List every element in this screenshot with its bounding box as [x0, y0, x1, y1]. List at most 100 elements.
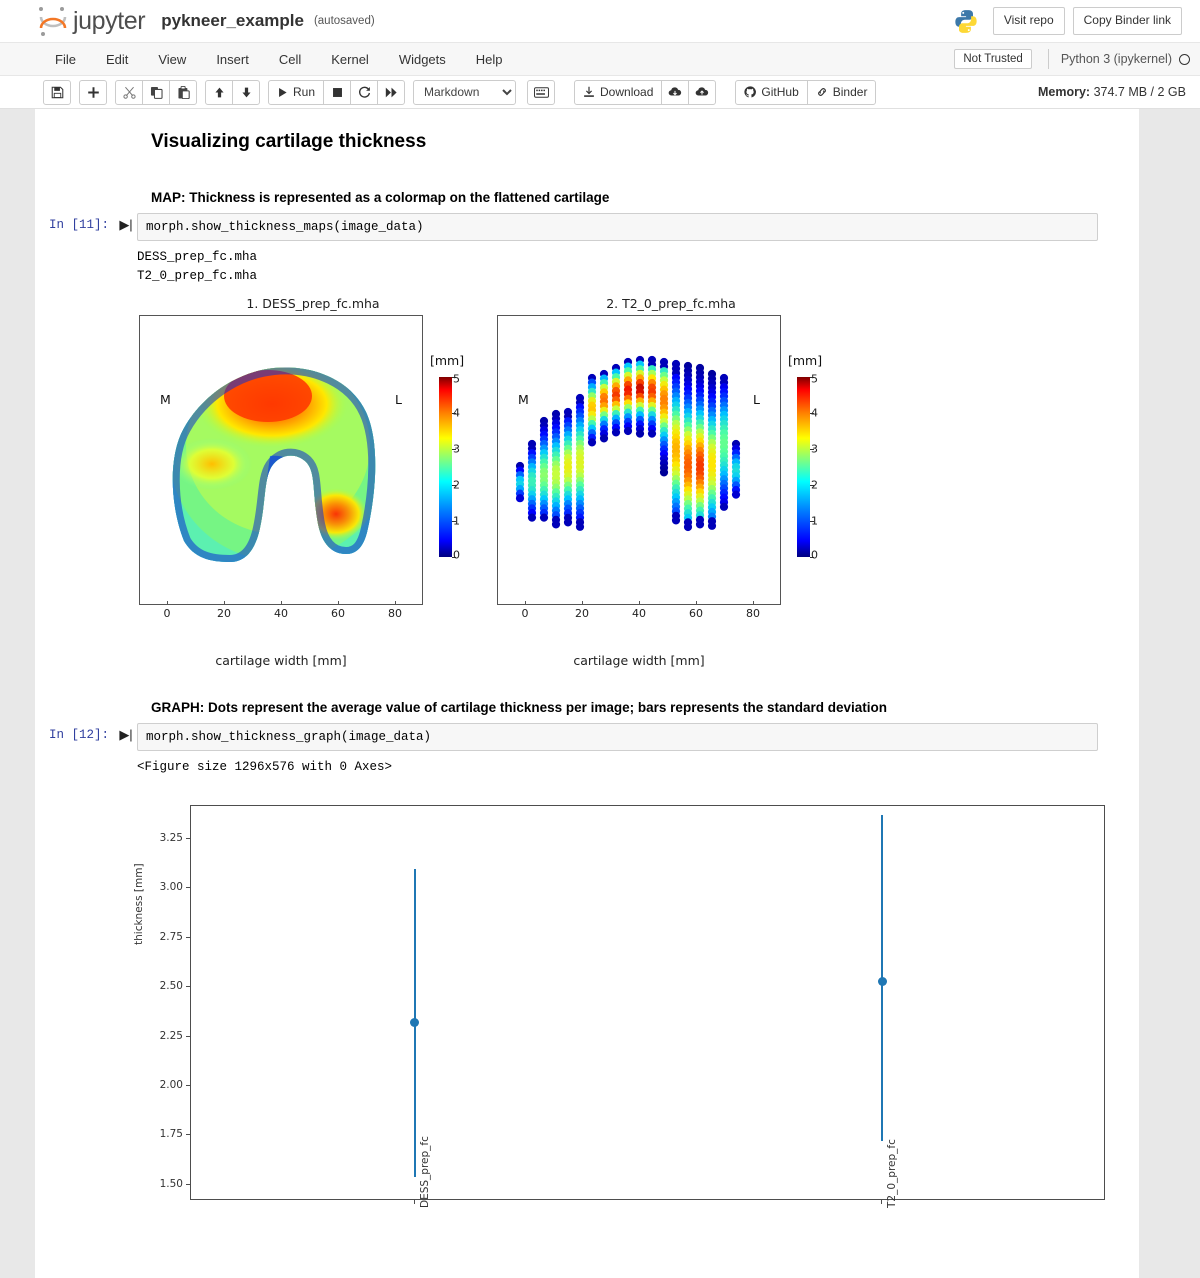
scissors-icon	[123, 86, 136, 99]
code-cell-1[interactable]: In [11]: ▶| morph.show_thickness_maps(im…	[35, 213, 1139, 241]
figure-1-colorbar-gradient	[439, 377, 452, 557]
figure-2-xtick-1: 20	[575, 607, 589, 620]
arrow-up-icon	[213, 86, 226, 99]
figure-1-colorbar: [mm] 5 4 3 2 1 0	[427, 315, 487, 605]
menu-cell[interactable]: Cell	[264, 46, 316, 73]
errorbar-ytick-3: 2.25	[145, 1030, 183, 1042]
figure-2-colorbar-gradient	[797, 377, 810, 557]
save-icon	[51, 86, 64, 99]
toolbar-group-save	[43, 80, 70, 105]
github-button[interactable]: GitHub	[735, 80, 807, 105]
restart-icon	[358, 86, 371, 99]
restart-kernel-button[interactable]	[350, 80, 378, 105]
figure-1-cbar-tick-5: 5	[453, 372, 460, 385]
trust-status-badge[interactable]: Not Trusted	[954, 49, 1031, 69]
errorbar-ytick-5: 2.75	[145, 931, 183, 943]
cell-1-source[interactable]: morph.show_thickness_maps(image_data)	[137, 213, 1098, 241]
arrow-down-icon	[240, 86, 253, 99]
figure-1-cbar-tick-4: 4	[453, 406, 460, 419]
notebook-name[interactable]: pykneer_example	[161, 11, 304, 31]
figure-2-lateral-label: L	[753, 392, 760, 407]
menu-insert[interactable]: Insert	[201, 46, 264, 73]
github-icon	[744, 86, 756, 98]
thickness-map-figure-1: 1. DESS_prep_fc.mha M L	[139, 296, 487, 668]
figure-2-xtick-2: 40	[632, 607, 646, 620]
download-icon	[583, 86, 595, 98]
figure-1-xtick-2: 40	[274, 607, 288, 620]
fast-forward-icon	[385, 86, 398, 99]
toolbar-group-palette	[527, 80, 554, 105]
figure-1-medial-label: M	[160, 392, 171, 407]
cell-type-select[interactable]: Markdown	[413, 80, 516, 105]
errorbar-ytick-6: 3.00	[145, 881, 183, 893]
github-button-label: GitHub	[761, 85, 798, 99]
figure-2-xtick-3: 60	[689, 607, 703, 620]
figure-1-thickness-colormap	[140, 316, 422, 604]
binder-button[interactable]: Binder	[807, 80, 877, 105]
cloud-download-icon	[668, 86, 682, 98]
graph-section-heading: GRAPH: Dots represent the average value …	[151, 700, 1139, 715]
figure-1-xaxis: 0 20 40 60 80	[139, 605, 423, 639]
cell-2-source[interactable]: morph.show_thickness_graph(image_data)	[137, 723, 1098, 751]
download-button[interactable]: Download	[574, 80, 662, 105]
cell-2-output-text: <Figure size 1296x576 with 0 Axes>	[137, 751, 1139, 777]
errorbar-xtick-label-0: DESS_prep_fc	[419, 1136, 431, 1208]
notebook-canvas[interactable]: Visualizing cartilage thickness MAP: Thi…	[35, 109, 1139, 1278]
interrupt-kernel-button[interactable]	[323, 80, 351, 105]
errorbar-ytick-1: 1.75	[145, 1128, 183, 1140]
cut-cell-button[interactable]	[115, 80, 143, 105]
jupyter-logo-link[interactable]: jupyter	[38, 6, 145, 37]
visit-repo-button[interactable]: Visit repo	[993, 7, 1065, 34]
errorbar-ytick-7: 3.25	[145, 832, 183, 844]
memory-label: Memory:	[1038, 85, 1090, 99]
copy-cell-button[interactable]	[142, 80, 170, 105]
menu-view[interactable]: View	[143, 46, 201, 73]
jupyter-logo-icon	[38, 6, 68, 37]
errorbar-plot-area	[190, 805, 1105, 1200]
save-button[interactable]	[43, 80, 71, 105]
errorbar-yaxis-label: thickness [mm]	[133, 863, 145, 945]
figure-2-cbar-tick-0: 0	[811, 548, 818, 561]
paste-cell-button[interactable]	[169, 80, 197, 105]
figure-2-thickness-scatter	[498, 316, 780, 604]
run-cell-button[interactable]: Run	[268, 80, 324, 105]
menu-edit[interactable]: Edit	[91, 46, 143, 73]
command-palette-button[interactable]	[527, 80, 555, 105]
errorbar-xtickmark-1	[881, 1200, 882, 1204]
restart-run-all-button[interactable]	[377, 80, 405, 105]
move-cell-up-button[interactable]	[205, 80, 233, 105]
play-icon	[277, 87, 288, 98]
thickness-map-figure-2: 2. T2_0_prep_fc.mha M L 0	[497, 296, 845, 668]
copy-icon	[150, 86, 163, 99]
cloud-download-button[interactable]	[661, 80, 689, 105]
figure-2-xaxis: 0 20 40 60 80	[497, 605, 781, 639]
copy-binder-link-button[interactable]: Copy Binder link	[1073, 7, 1182, 34]
plus-icon	[87, 86, 100, 99]
move-cell-down-button[interactable]	[232, 80, 260, 105]
errorbar-xtick-label-1: T2_0_prep_fc	[886, 1139, 898, 1208]
figure-1-lateral-label: L	[395, 392, 402, 407]
kernel-indicator[interactable]: Python 3 (ipykernel)	[1048, 49, 1190, 69]
menu-widgets[interactable]: Widgets	[384, 46, 461, 73]
figure-2-xtick-4: 80	[746, 607, 760, 620]
cell-1-prompt: In [11]:	[35, 213, 115, 232]
figure-1-colorbar-unit: [mm]	[430, 353, 464, 368]
figure-2-colorbar: [mm] 5 4 3 2 1 0	[785, 315, 845, 605]
code-cell-2[interactable]: In [12]: ▶| morph.show_thickness_graph(i…	[35, 723, 1139, 751]
menu-kernel[interactable]: Kernel	[316, 46, 384, 73]
cell-1-run-indicator-icon[interactable]: ▶|	[115, 213, 137, 233]
toolbar-group-clipboard	[115, 80, 196, 105]
cloud-upload-button[interactable]	[688, 80, 716, 105]
cell-2-run-indicator-icon[interactable]: ▶|	[115, 723, 137, 743]
menu-help[interactable]: Help	[461, 46, 518, 73]
figure-2-cbar-tick-2: 2	[811, 478, 818, 491]
menu-file[interactable]: File	[40, 46, 91, 73]
left-gutter	[0, 109, 35, 1278]
insert-cell-below-button[interactable]	[79, 80, 107, 105]
figure-1-xtick-1: 20	[217, 607, 231, 620]
python-logo-icon	[953, 8, 979, 35]
toolbar-group-insert	[79, 80, 106, 105]
toolbar-group-run: Run	[268, 80, 404, 105]
figure-2-cbar-tick-3: 3	[811, 442, 818, 455]
figure-1-cbar-tick-1: 1	[453, 514, 460, 527]
